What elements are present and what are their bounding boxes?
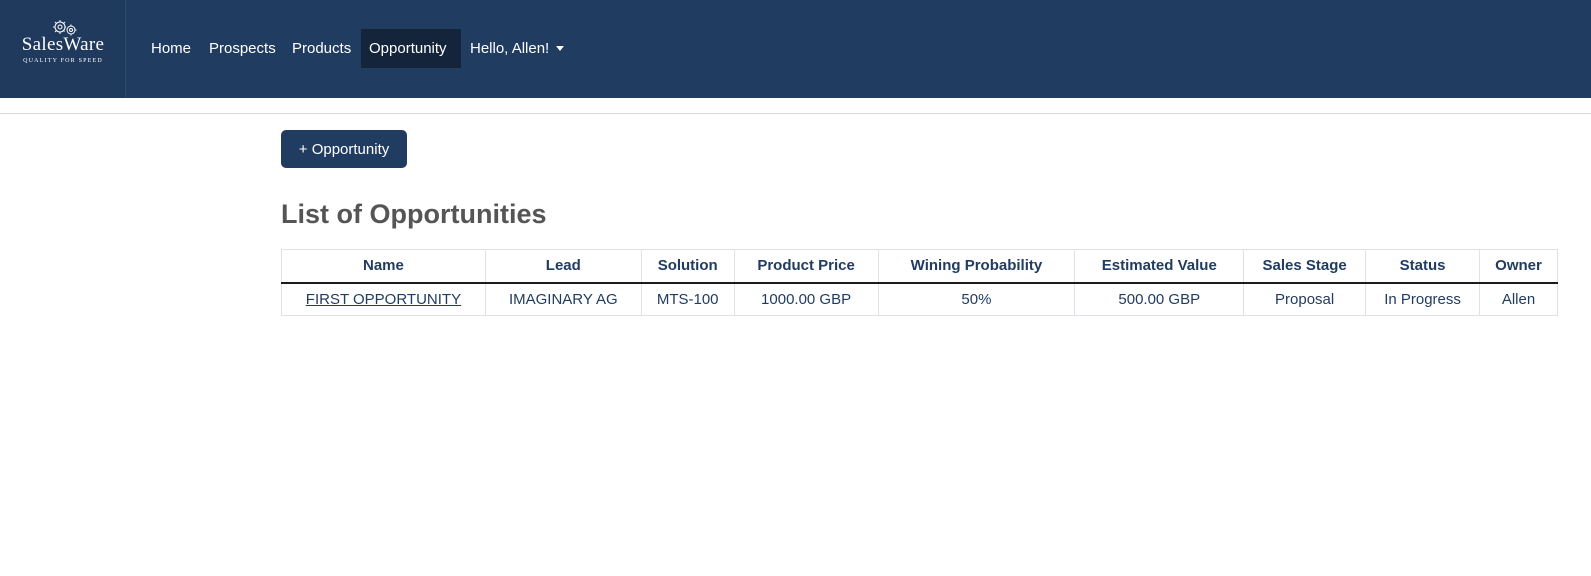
- cell-solution: MTS-100: [640, 282, 735, 316]
- table-row: FIRST OPPORTUNITY IMAGINARY AG MTS-100 1…: [281, 282, 1558, 316]
- column-header-owner: Owner: [1479, 249, 1558, 284]
- nav-prospects[interactable]: Prospects: [201, 29, 284, 68]
- column-header-product-price: Product Price: [733, 249, 879, 284]
- cell-wining-probability: 50%: [877, 282, 1076, 316]
- header-divider: [0, 113, 1591, 114]
- add-opportunity-button[interactable]: + Opportunity: [281, 130, 407, 168]
- column-header-wining-probability: Wining Probability: [877, 249, 1076, 284]
- column-header-name: Name: [281, 249, 486, 284]
- user-menu-dropdown[interactable]: Hello, Allen!: [462, 29, 572, 68]
- caret-down-icon: [556, 46, 565, 51]
- cell-product-price: 1000.00 GBP: [733, 282, 879, 316]
- cell-lead: IMAGINARY AG: [484, 282, 642, 316]
- nav-opportunity[interactable]: Opportunity: [361, 29, 461, 68]
- top-navbar: SalesWare QUALITY FOR SPEED Home Prospec…: [0, 0, 1591, 98]
- cell-sales-stage: Proposal: [1243, 282, 1367, 316]
- cell-name: FIRST OPPORTUNITY: [281, 282, 486, 316]
- nav-home[interactable]: Home: [143, 29, 199, 68]
- column-header-lead: Lead: [484, 249, 642, 284]
- brand-tagline: QUALITY FOR SPEED: [23, 58, 103, 64]
- brand-logo[interactable]: SalesWare QUALITY FOR SPEED: [0, 0, 126, 98]
- column-header-sales-stage: Sales Stage: [1243, 249, 1367, 284]
- table-header-row: Name Lead Solution Product Price Wining …: [281, 249, 1558, 284]
- opportunity-link[interactable]: FIRST OPPORTUNITY: [306, 291, 461, 308]
- column-header-status: Status: [1365, 249, 1480, 284]
- cell-owner: Allen: [1479, 282, 1558, 316]
- opportunities-table: Name Lead Solution Product Price Wining …: [281, 249, 1558, 316]
- nav-products[interactable]: Products: [284, 29, 359, 68]
- cell-estimated-value: 500.00 GBP: [1074, 282, 1245, 316]
- page-title: List of Opportunities: [281, 199, 547, 229]
- brand-name: SalesWare: [21, 34, 105, 55]
- column-header-estimated-value: Estimated Value: [1074, 249, 1245, 284]
- user-menu-label: Hello, Allen!: [470, 40, 550, 57]
- cell-status: In Progress: [1365, 282, 1480, 316]
- column-header-solution: Solution: [640, 249, 735, 284]
